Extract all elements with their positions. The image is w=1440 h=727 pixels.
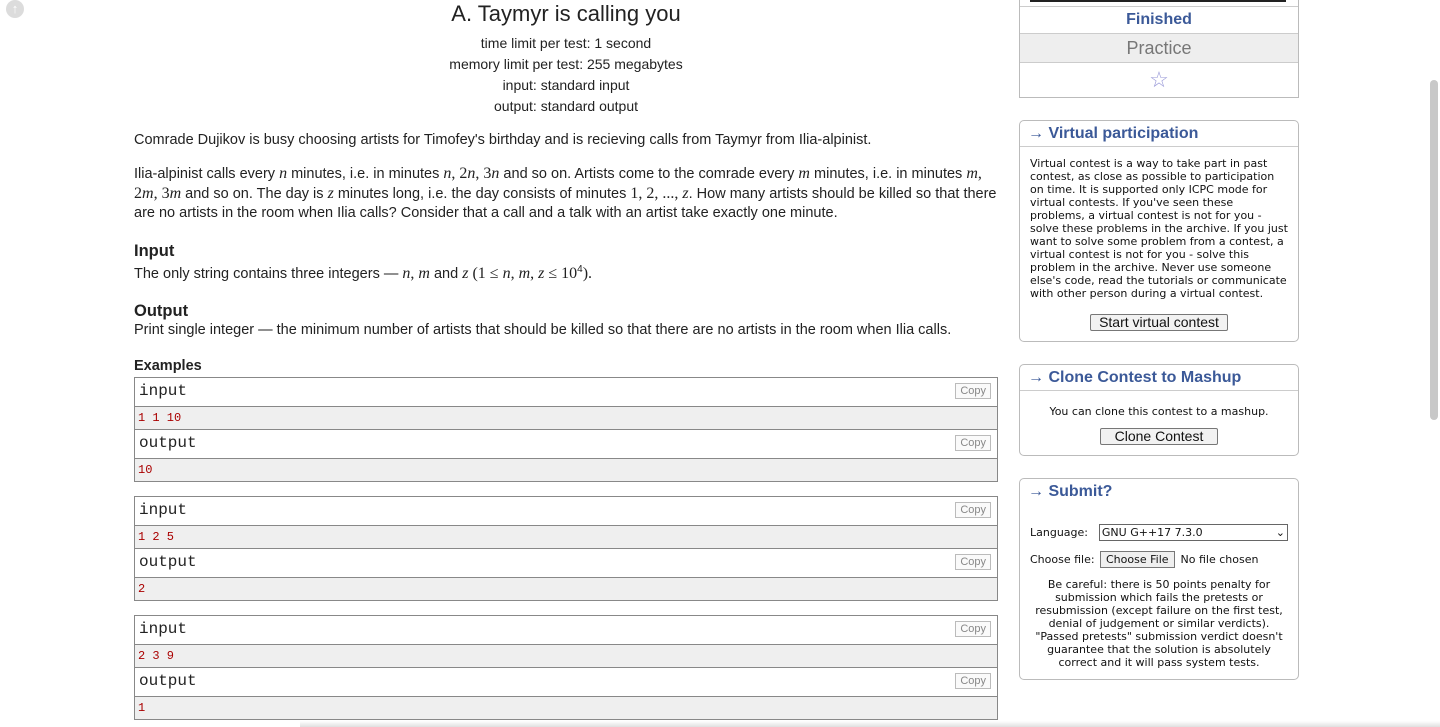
sample-input-label: input: [139, 500, 188, 519]
copy-input-button[interactable]: Copy: [955, 620, 991, 637]
problem-statement: A. Taymyr is calling you time limit per …: [134, 0, 998, 720]
sample-input-label: input: [139, 619, 188, 638]
clone-contest-title: → Clone Contest to Mashup: [1020, 365, 1298, 391]
file-status: No file chosen: [1180, 553, 1259, 566]
sidebar: Finished Practice ☆ → Virtual participat…: [1019, 0, 1299, 680]
copy-output-button[interactable]: Copy: [955, 553, 991, 570]
clone-contest-box: → Clone Contest to Mashup You can clone …: [1019, 364, 1299, 456]
favorite-star-icon[interactable]: ☆: [1020, 63, 1298, 97]
problem-title: A. Taymyr is calling you: [451, 1, 681, 26]
copy-output-button[interactable]: Copy: [955, 434, 991, 451]
contest-status-box: Finished Practice ☆: [1019, 0, 1299, 98]
sample-output-label: output: [139, 671, 197, 690]
sample-output-label: output: [139, 552, 197, 571]
output-section-title: Output: [134, 301, 189, 320]
sample-output: 10: [135, 458, 997, 481]
scroll-up-icon[interactable]: ↑: [6, 0, 24, 18]
language-label: Language:: [1030, 526, 1088, 539]
sample-output-label: output: [139, 433, 197, 452]
bottom-shadow: [300, 721, 1440, 727]
contest-status: Finished: [1020, 7, 1298, 34]
input-section-title: Input: [134, 242, 175, 260]
clone-contest-button[interactable]: Clone Contest: [1099, 428, 1219, 445]
language-select[interactable]: GNU G++17 7.3.0 ⌄: [1098, 524, 1288, 541]
submit-title: → Submit?: [1028, 483, 1113, 500]
problem-limits: time limit per test: 1 second memory lim…: [134, 33, 998, 117]
copy-output-button[interactable]: Copy: [955, 672, 991, 689]
virtual-participation-title: → Virtual participation: [1020, 121, 1298, 147]
output-section-text: Print single integer — the minimum numbe…: [134, 321, 952, 338]
start-virtual-contest-button[interactable]: Start virtual contest: [1090, 314, 1228, 331]
output-file: output: standard output: [494, 98, 638, 114]
legend-paragraph-1: Comrade Dujikov is busy choosing artists…: [134, 132, 872, 148]
sample-output: 2: [135, 577, 997, 600]
sample-test: input Copy 1 1 10 output Copy 10: [134, 376, 998, 482]
clone-contest-text: You can clone this contest to a mashup.: [1049, 405, 1269, 418]
contest-name-underline: [1020, 0, 1298, 7]
submit-box: → Submit? Language: GNU G++17 7.3.0 ⌄ Cho…: [1019, 478, 1299, 680]
input-file: input: standard input: [502, 77, 630, 93]
sample-output: 1: [135, 696, 997, 719]
memory-limit: memory limit per test: 255 megabytes: [449, 56, 683, 72]
input-section-text: The only string contains three integers …: [134, 264, 593, 282]
sample-input-label: input: [139, 381, 188, 400]
sample-test: input Copy 2 3 9 output Copy 1: [134, 614, 998, 720]
penalty-warning: Be careful: there is 50 points penalty f…: [1035, 578, 1283, 669]
sample-test: input Copy 1 2 5 output Copy 2: [134, 495, 998, 601]
virtual-participation-text: Virtual contest is a way to take part in…: [1030, 157, 1288, 300]
legend-paragraph-2: Ilia-alpinist calls every n minutes, i.e…: [134, 165, 997, 221]
sample-input: 1 2 5: [135, 525, 997, 549]
file-label: Choose file:: [1030, 553, 1095, 566]
page-scrollbar[interactable]: [1430, 80, 1438, 420]
examples-title: Examples: [134, 357, 202, 374]
chevron-down-icon: ⌄: [1275, 526, 1285, 539]
choose-file-button[interactable]: Choose File: [1100, 551, 1175, 568]
time-limit: time limit per test: 1 second: [480, 35, 652, 51]
virtual-participation-box: → Virtual participation Virtual contest …: [1019, 120, 1299, 342]
copy-input-button[interactable]: Copy: [955, 382, 991, 399]
copy-input-button[interactable]: Copy: [955, 501, 991, 518]
sample-input: 2 3 9: [135, 644, 997, 668]
contest-mode[interactable]: Practice: [1020, 34, 1298, 63]
sample-input: 1 1 10: [135, 406, 997, 430]
